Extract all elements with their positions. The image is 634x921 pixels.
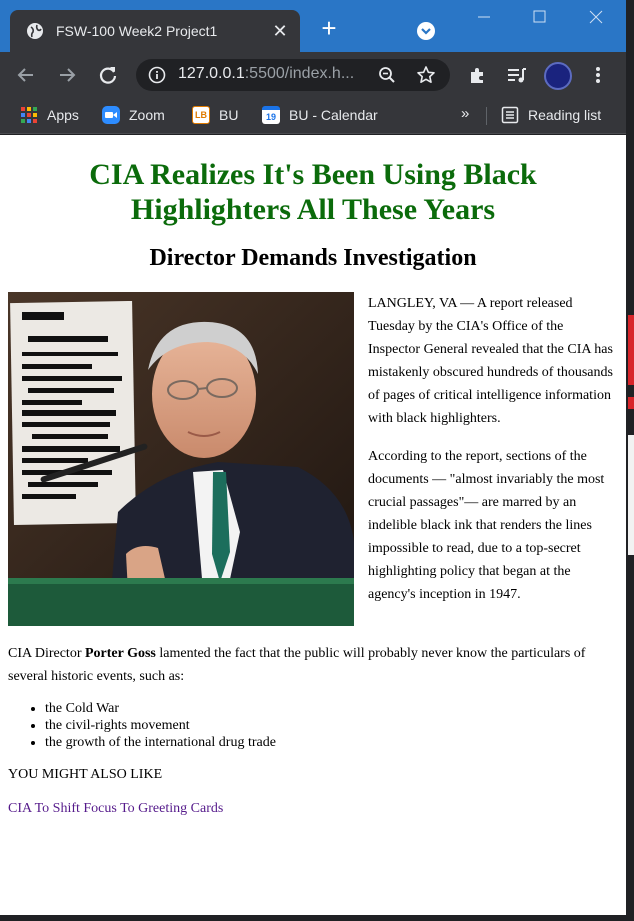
related-article-link[interactable]: CIA To Shift Focus To Greeting Cards (8, 801, 223, 817)
article-photo (8, 292, 354, 626)
url-host: 127.0.0.1 (178, 65, 245, 82)
tab-close-icon[interactable]: ✕ (268, 19, 292, 43)
also-like-heading: YOU MIGHT ALSO LIKE (8, 767, 163, 782)
zoom-icon[interactable] (378, 66, 396, 84)
bookmarks-divider (486, 107, 487, 125)
reading-list-button[interactable]: Reading list (501, 106, 601, 124)
new-tab-button[interactable]: + (316, 15, 342, 42)
bookmark-zoom[interactable]: Zoom (102, 106, 165, 124)
bookmarks-overflow-button[interactable]: » (461, 105, 469, 122)
menu-kebab-icon[interactable] (586, 63, 610, 87)
bookmark-label: BU - Calendar (289, 107, 378, 123)
list-item: the growth of the international drug tra… (45, 734, 618, 751)
browser-tab[interactable]: FSW-100 Week2 Project1 ✕ (10, 10, 300, 52)
headline: CIA Realizes It's Been Using Black Highl… (89, 158, 537, 226)
address-bar[interactable]: 127.0.0.1:5500/index.h... (136, 59, 450, 91)
bookmark-star-icon[interactable] (416, 65, 436, 85)
browser-toolbar: 127.0.0.1:5500/index.h... (0, 52, 626, 98)
bookmark-bu-calendar[interactable]: 19 BU - Calendar (262, 106, 378, 124)
url-text: 127.0.0.1:5500/index.h... (178, 65, 364, 83)
tab-title: FSW-100 Week2 Project1 (56, 23, 218, 39)
close-window-button[interactable] (582, 6, 610, 28)
browser-titlebar: FSW-100 Week2 Project1 ✕ + (0, 0, 626, 52)
paragraph-director: CIA Director Porter Goss lamented the fa… (8, 642, 618, 688)
zoom-camera-icon (102, 106, 120, 124)
reading-list-label: Reading list (528, 107, 602, 123)
extensions-puzzle-icon[interactable] (466, 63, 490, 87)
subheadline: Director Demands Investigation (149, 245, 477, 271)
taskbar-edge (0, 915, 626, 921)
background-window-edge (626, 135, 634, 921)
calendar-icon: 19 (262, 106, 280, 124)
paragraph-director-start: CIA Director (8, 646, 85, 661)
paragraph-report: According to the report, sections of the… (368, 449, 605, 602)
bookmark-bu[interactable]: LB BU (192, 106, 238, 124)
paragraph-lede: LANGLEY, VA — A report released Tuesday … (368, 296, 613, 426)
bookmark-label: Apps (47, 107, 79, 123)
article-page: CIA Realizes It's Been Using Black Highl… (0, 157, 626, 817)
tab-search-icon[interactable] (416, 21, 436, 41)
forward-arrow-icon[interactable] (55, 63, 79, 87)
article-side-column: LANGLEY, VA — A report released Tuesday … (368, 292, 618, 606)
minimize-button[interactable] (470, 6, 498, 28)
back-arrow-icon[interactable] (14, 63, 38, 87)
reload-icon[interactable] (96, 63, 120, 87)
list-item: the Cold War (45, 700, 618, 717)
maximize-button[interactable] (526, 6, 554, 28)
reading-list-icon (501, 106, 519, 124)
bookmark-label: BU (219, 107, 239, 123)
background-window-red-block (628, 315, 634, 385)
list-item: the civil-rights movement (45, 717, 618, 734)
media-control-icon[interactable] (505, 63, 529, 87)
globe-icon (26, 22, 44, 40)
profile-avatar[interactable] (544, 62, 572, 90)
director-name: Porter Goss (84, 646, 156, 661)
background-window-light-block (628, 435, 634, 555)
apps-grid-icon (20, 106, 38, 124)
info-icon[interactable] (148, 66, 166, 84)
background-window-red-mark (628, 397, 634, 409)
bookmark-apps[interactable]: Apps (20, 106, 79, 124)
events-list: the Cold War the civil-rights movement t… (8, 700, 618, 751)
bookmark-label: Zoom (129, 107, 165, 123)
page-viewport: CIA Realizes It's Been Using Black Highl… (0, 135, 626, 915)
bu-logo-icon: LB (192, 106, 210, 124)
article-body: LANGLEY, VA — A report released Tuesday … (8, 292, 618, 630)
bookmarks-bar: Apps Zoom LB BU 19 BU - Calendar » Readi… (0, 98, 626, 134)
url-path: :5500/index.h... (244, 65, 355, 82)
